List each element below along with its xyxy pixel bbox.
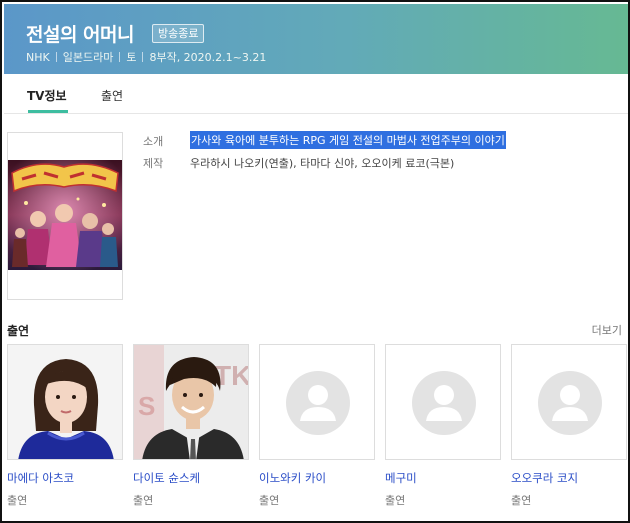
meta-divider — [142, 52, 144, 62]
intro-label: 소개 — [143, 135, 164, 148]
cast-role: 출연 — [133, 494, 154, 507]
active-tab-indicator — [28, 110, 68, 113]
poster-image[interactable] — [7, 132, 123, 300]
meta-genre[interactable]: 일본드라마 — [63, 51, 114, 64]
actress-photo — [8, 345, 122, 459]
intro-text: 가사와 육아에 분투하는 RPG 게임 전설의 마법사 전업주부의 이야기 — [190, 131, 506, 149]
poster-artwork — [8, 133, 122, 299]
meta-day: 토 — [126, 51, 137, 64]
placeholder-avatar-icon — [512, 345, 626, 459]
meta-episodes: 8부작, 2020.2.1~3.21 — [149, 51, 267, 64]
cast-photo[interactable] — [259, 344, 375, 460]
cast-photo[interactable] — [7, 344, 123, 460]
cast-card[interactable]: 메구미 출연 — [385, 344, 501, 507]
cast-card[interactable]: 오오쿠라 코지 출연 — [511, 344, 627, 507]
more-link[interactable]: 더보기 — [592, 322, 622, 338]
cast-card[interactable]: S TK 다이토 슌스케 출연 — [133, 344, 249, 507]
production-label: 제작 — [143, 157, 164, 170]
cast-role: 출연 — [511, 494, 532, 507]
cast-role: 출연 — [259, 494, 280, 507]
meta-divider — [55, 52, 57, 62]
svg-text:S: S — [138, 391, 155, 421]
cast-role: 출연 — [7, 494, 28, 507]
tab-bar: TV정보 출연 — [4, 74, 628, 114]
cast-card[interactable]: 이노와키 카이 출연 — [259, 344, 375, 507]
actor-photo: S TK — [134, 345, 248, 459]
cast-role: 출연 — [385, 494, 406, 507]
cast-card[interactable]: 마에다 아츠코 출연 — [7, 344, 123, 507]
cast-photo[interactable] — [511, 344, 627, 460]
program-title[interactable]: 전설의 어머니 — [26, 20, 135, 47]
program-meta: NHK 일본드라마 토 8부작, 2020.2.1~3.21 — [26, 49, 266, 65]
window-frame: 전설의 어머니 방송종료 NHK 일본드라마 토 8부작, 2020.2.1~3.21… — [0, 0, 630, 523]
placeholder-avatar-icon — [260, 345, 374, 459]
cast-photo[interactable] — [385, 344, 501, 460]
status-badge: 방송종료 — [152, 24, 205, 43]
cast-name[interactable]: 마에다 아츠코 — [7, 470, 74, 486]
meta-divider — [119, 52, 121, 62]
cast-name[interactable]: 메구미 — [385, 470, 417, 486]
production-text[interactable]: 우라하시 나오키(연출), 타마다 신야, 오오이케 료코(극본) — [190, 155, 454, 171]
program-header: 전설의 어머니 방송종료 NHK 일본드라마 토 8부작, 2020.2.1~3.21 — [4, 4, 628, 74]
placeholder-avatar-icon — [386, 345, 500, 459]
meta-network[interactable]: NHK — [26, 51, 50, 64]
cast-name[interactable]: 오오쿠라 코지 — [511, 470, 578, 486]
cast-name[interactable]: 이노와키 카이 — [259, 470, 326, 486]
cast-photo[interactable]: S TK — [133, 344, 249, 460]
cast-section-title: 출연 — [7, 324, 30, 338]
tab-tv-info[interactable]: TV정보 — [27, 87, 67, 104]
cast-name[interactable]: 다이토 슌스케 — [133, 470, 200, 486]
tab-cast[interactable]: 출연 — [101, 87, 123, 104]
